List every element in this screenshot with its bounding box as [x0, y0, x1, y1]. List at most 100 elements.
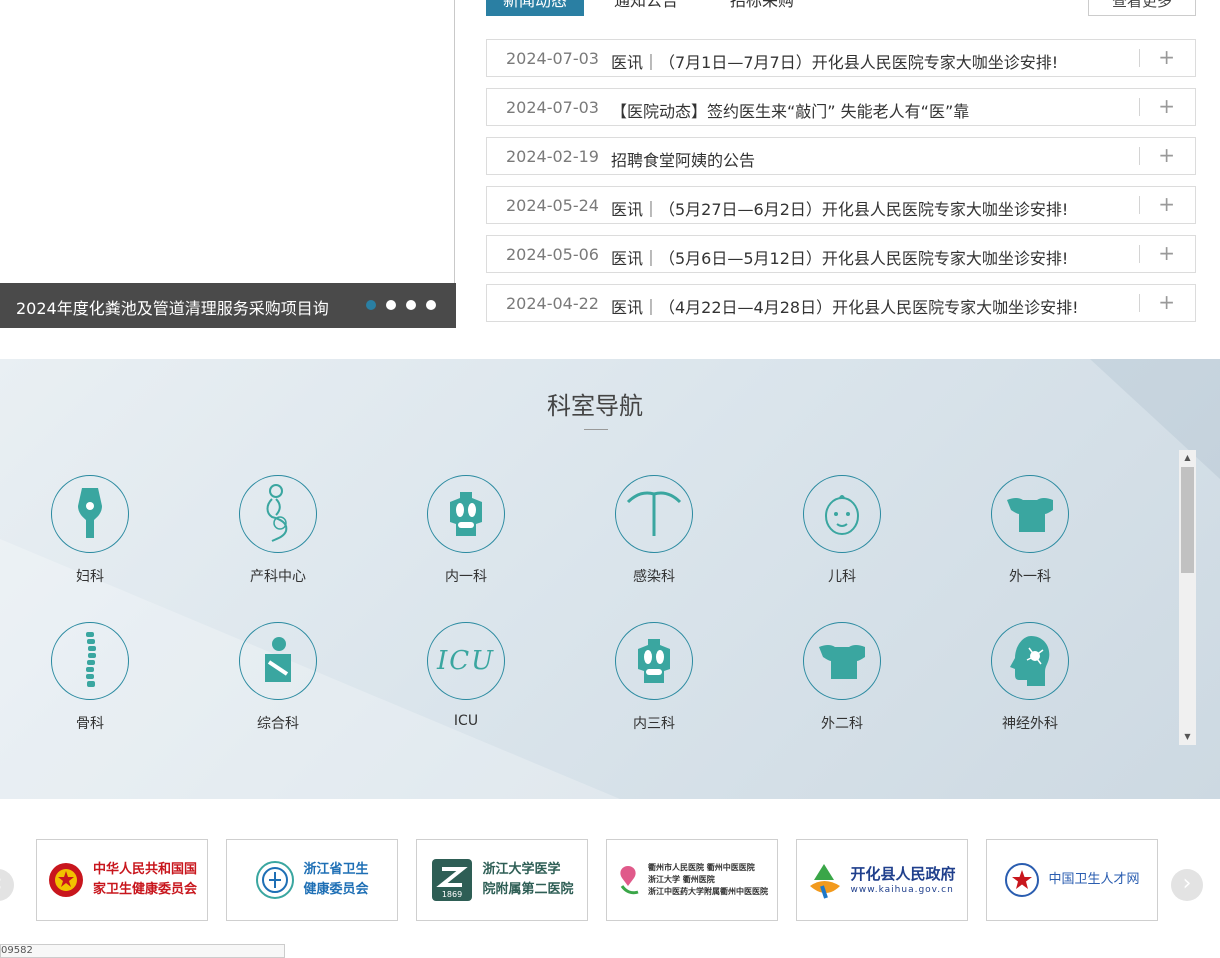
dept-icon-circle[interactable]	[51, 622, 129, 700]
link-quzhou-hospital[interactable]: 衢州市人民医院 衢州中医医院 浙江大学 衢州医院 浙江中医药大学附属衢州中医医院	[606, 839, 778, 921]
image-slider[interactable]: 2024年度化粪池及管道清理服务采购项目询	[0, 0, 456, 328]
news-item[interactable]: 2024-04-22 医讯｜（4月22日—4月28日）开化县人民医院专家大咖坐诊…	[486, 284, 1196, 322]
link-label: 衢州市人民医院 衢州中医医院 浙江大学 衢州医院 浙江中医药大学附属衢州中医医院	[648, 863, 768, 896]
dept-icon-circle[interactable]	[51, 475, 129, 553]
news-title[interactable]: 医讯｜（5月27日—6月2日）开化县人民医院专家大咖坐诊安排!	[611, 196, 1068, 220]
dept-label[interactable]: 骨科	[30, 713, 150, 733]
news-title[interactable]: 招聘食堂阿姨的公告	[611, 147, 755, 171]
pregnant-woman-icon	[266, 484, 288, 542]
dept-item-pediatrics[interactable]: 儿科	[782, 475, 902, 586]
scroll-down-arrow-icon[interactable]: ▼	[1179, 729, 1196, 745]
dept-icon-circle[interactable]	[615, 622, 693, 700]
dept-item-neurosurgery[interactable]: 神经外科	[970, 622, 1090, 733]
svg-text:1869: 1869	[442, 890, 462, 899]
link-nhc[interactable]: 中华人民共和国国 家卫生健康委员会	[36, 839, 208, 921]
slider-dots	[366, 300, 436, 310]
dept-label[interactable]: 外一科	[970, 566, 1090, 586]
dept-label[interactable]: 综合科	[218, 713, 338, 733]
dept-label[interactable]: 感染科	[594, 566, 714, 586]
dept-icon-circle[interactable]	[991, 475, 1069, 553]
dept-label[interactable]: 外二科	[782, 713, 902, 733]
dept-icon-circle[interactable]	[239, 475, 317, 553]
link-zju-second-hospital[interactable]: 1869 浙江大学医学 院附属第二医院	[416, 839, 588, 921]
iud-icon	[626, 491, 682, 536]
uterus-icon	[78, 488, 102, 538]
view-more-button[interactable]: 查看更多	[1088, 0, 1196, 16]
news-tabs: 新闻动态 通知公告 招标采购 查看更多	[486, 0, 1196, 16]
slider-dot-1[interactable]	[366, 300, 376, 310]
dept-item-general[interactable]: 综合科	[218, 622, 338, 733]
link-health-talent[interactable]: 中国卫生人才网	[986, 839, 1158, 921]
plus-icon[interactable]: +	[1158, 47, 1175, 67]
news-item[interactable]: 2024-07-03 【医院动态】签约医生来“敲门” 失能老人有“医”靠 +	[486, 88, 1196, 126]
dept-icon-circle[interactable]	[615, 475, 693, 553]
divider	[1139, 294, 1140, 312]
health-talent-logo-icon	[1005, 863, 1040, 897]
dept-icon-circle[interactable]	[427, 475, 505, 553]
dept-icon-circle[interactable]	[239, 622, 317, 700]
news-item[interactable]: 2024-05-24 医讯｜（5月27日—6月2日）开化县人民医院专家大咖坐诊安…	[486, 186, 1196, 224]
dept-item-obstetrics[interactable]: 产科中心	[218, 475, 338, 586]
divider	[1139, 196, 1140, 214]
link-kaihua-gov[interactable]: 开化县人民政府 www.kaihua.gov.cn	[796, 839, 968, 921]
news-item[interactable]: 2024-02-19 招聘食堂阿姨的公告 +	[486, 137, 1196, 175]
divider	[1139, 147, 1140, 165]
dept-label[interactable]: 内三科	[594, 713, 714, 733]
carousel-prev-icon[interactable]: ‹	[0, 869, 14, 901]
news-date: 2024-07-03	[506, 49, 599, 68]
link-zj-health[interactable]: 浙江省卫生 健康委员会	[226, 839, 398, 921]
plus-icon[interactable]: +	[1158, 243, 1175, 263]
divider	[1139, 98, 1140, 116]
dept-label[interactable]: 神经外科	[970, 713, 1090, 733]
link-label: 中华人民共和国国 家卫生健康委员会	[92, 862, 197, 897]
plus-icon[interactable]: +	[1158, 194, 1175, 214]
dept-icon-circle[interactable]	[991, 622, 1069, 700]
dept-label[interactable]: 内一科	[406, 566, 526, 586]
tab-news[interactable]: 新闻动态	[486, 0, 584, 16]
news-item[interactable]: 2024-05-06 医讯｜（5月6日—5月12日）开化县人民医院专家大咖坐诊安…	[486, 235, 1196, 273]
zj-health-logo-icon	[256, 861, 295, 899]
carousel-next-icon[interactable]: ›	[1171, 869, 1203, 901]
news-item[interactable]: 2024-07-03 医讯｜（7月1日—7月7日）开化县人民医院专家大咖坐诊安排…	[486, 39, 1196, 77]
dept-label[interactable]: 妇科	[30, 566, 150, 586]
dept-item-surgery-2[interactable]: 外二科	[782, 622, 902, 733]
news-date: 2024-02-19	[506, 147, 599, 166]
news-title[interactable]: 医讯｜（4月22日—4月28日）开化县人民医院专家大咖坐诊安排!	[611, 294, 1079, 318]
dept-item-orthopedics[interactable]: 骨科	[30, 622, 150, 733]
dept-item-internal-3[interactable]: 内三科	[594, 622, 714, 733]
dept-item-internal-1[interactable]: 内一科	[406, 475, 526, 586]
scroll-up-arrow-icon[interactable]: ▲	[1179, 450, 1196, 466]
dept-icon-circle[interactable]: ICU	[427, 622, 505, 700]
news-title[interactable]: 医讯｜（7月1日—7月7日）开化县人民医院专家大咖坐诊安排!	[611, 49, 1058, 73]
news-title[interactable]: 【医院动态】签约医生来“敲门” 失能老人有“医”靠	[611, 98, 969, 122]
slider-dot-3[interactable]	[406, 300, 416, 310]
torso-organs-icon	[450, 492, 482, 536]
links-carousel: ‹ 中华人民共和国国家卫生健康委员会 浙江省卫生健康委员会 1869 浙江大学医…	[0, 839, 1220, 921]
spine-icon	[86, 632, 96, 687]
slider-caption[interactable]: 2024年度化粪池及管道清理服务采购项目询	[16, 295, 329, 319]
dept-item-gynecology[interactable]: 妇科	[30, 475, 150, 586]
dept-icon-circle[interactable]	[803, 622, 881, 700]
dept-item-surgery-1[interactable]: 外一科	[970, 475, 1090, 586]
tab-tenders[interactable]: 招标采购	[730, 0, 794, 16]
dept-icon-circle[interactable]	[803, 475, 881, 553]
dept-item-infection[interactable]: 感染科	[594, 475, 714, 586]
quzhou-hospital-logo-icon	[620, 866, 639, 895]
patient-arm-sling-icon	[265, 637, 291, 682]
dept-label[interactable]: ICU	[406, 713, 526, 729]
slider-dot-4[interactable]	[426, 300, 436, 310]
news-title[interactable]: 医讯｜（5月6日—5月12日）开化县人民医院专家大咖坐诊安排!	[611, 245, 1068, 269]
plus-icon[interactable]: +	[1158, 145, 1175, 165]
link-label: 中国卫生人才网	[1048, 872, 1140, 887]
torso-organs-icon	[638, 639, 670, 683]
dept-label[interactable]: 儿科	[782, 566, 902, 586]
plus-icon[interactable]: +	[1158, 96, 1175, 116]
dept-item-icu[interactable]: ICU ICU	[406, 622, 526, 729]
scroll-thumb[interactable]	[1181, 467, 1194, 573]
link-label: 开化县人民政府 www.kaihua.gov.cn	[850, 865, 956, 895]
tab-notices[interactable]: 通知公告	[614, 0, 678, 16]
dept-label[interactable]: 产科中心	[218, 566, 338, 586]
dept-scrollbar[interactable]: ▲ ▼	[1179, 450, 1196, 745]
slider-dot-2[interactable]	[386, 300, 396, 310]
plus-icon[interactable]: +	[1158, 292, 1175, 312]
